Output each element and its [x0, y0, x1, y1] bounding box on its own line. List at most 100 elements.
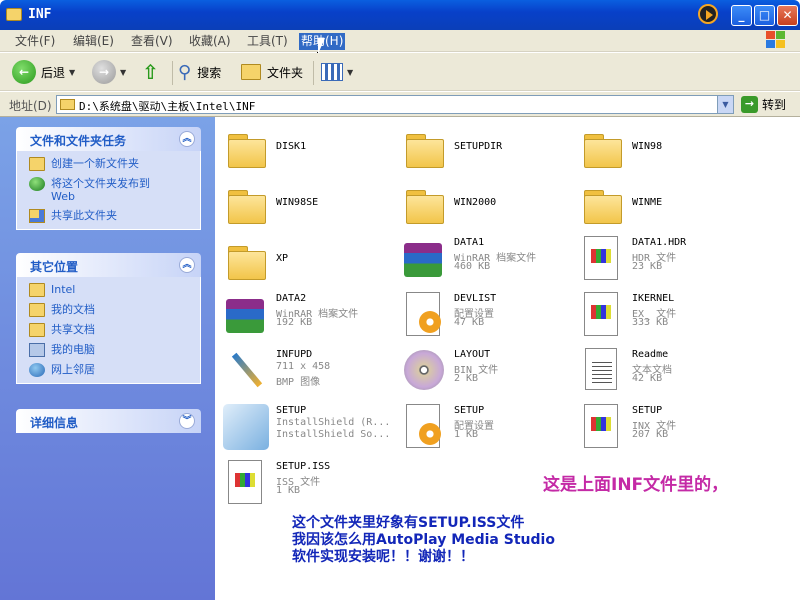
file-item[interactable]: DATA1.HDR HDR 文件 23 KB	[576, 233, 746, 287]
collapse-icon[interactable]: ︽	[179, 257, 195, 273]
folder-icon	[226, 124, 266, 170]
file-item[interactable]: SETUP 配置设置 1 KB	[398, 401, 568, 455]
menu-bar: 文件(F) 编辑(E) 查看(V) 收藏(A) 工具(T) 帮助(H)	[0, 30, 800, 52]
chevron-down-icon: ▼	[347, 67, 354, 77]
folder-icon	[582, 124, 622, 170]
annotation-blue: 这个文件夹里好象有SETUP.ISS文件 我因该怎么用AutoPlay Medi…	[292, 515, 555, 566]
search-button[interactable]: ⚲ 搜索	[178, 59, 221, 85]
views-button[interactable]: ▼	[321, 59, 353, 85]
network-places-icon	[29, 363, 45, 377]
file-item[interactable]: DATA2 WinRAR 档案文件 192 KB	[220, 289, 390, 343]
file-name: IKERNEL	[632, 293, 675, 304]
back-button[interactable]: ← 后退 ▼	[12, 59, 75, 85]
toolbar-divider	[172, 61, 173, 85]
file-name: SETUPDIR	[454, 141, 503, 152]
file-item[interactable]: SETUP.ISS ISS 文件 1 KB	[220, 457, 390, 511]
title-bar[interactable]: INF _ □ ✕	[0, 0, 800, 30]
chevron-down-icon[interactable]: ▼	[717, 96, 733, 113]
menu-tools[interactable]: 工具(T)	[245, 33, 290, 50]
place-shared-documents[interactable]: 共享文档	[29, 323, 192, 337]
task-new-folder[interactable]: 创建一个新文件夹	[29, 157, 192, 171]
file-item[interactable]: WINME	[576, 177, 746, 231]
file-item[interactable]: WIN98	[576, 121, 746, 175]
menu-view[interactable]: 查看(V)	[129, 33, 175, 50]
back-arrow-icon: ←	[12, 60, 36, 84]
address-input[interactable]: D:\系统盘\驱动\主板\Intel\INF ▼	[56, 95, 734, 114]
search-icon: ⚲	[178, 61, 192, 83]
windows-logo-icon	[766, 31, 788, 51]
file-item[interactable]: WIN2000	[398, 177, 568, 231]
maximize-button[interactable]: □	[754, 5, 775, 26]
file-size: 23 KB	[632, 261, 663, 272]
place-label: Intel	[51, 283, 76, 296]
file-item[interactable]: SETUP INX 文件 207 KB	[576, 401, 746, 455]
chevron-down-icon: ▼	[120, 67, 127, 77]
minimize-button[interactable]: _	[731, 5, 752, 26]
place-my-computer[interactable]: 我的电脑	[29, 343, 192, 357]
file-name: DATA1	[454, 237, 485, 248]
my-documents-icon	[29, 303, 45, 317]
file-item[interactable]: SETUP InstallShield (R... InstallShield …	[220, 401, 390, 455]
winrar-archive-icon	[404, 243, 442, 277]
expand-icon[interactable]: ︾	[179, 413, 195, 429]
go-button[interactable]: → 转到	[741, 96, 786, 113]
generic-file-icon	[584, 236, 618, 280]
file-folder-tasks-panel: 文件和文件夹任务 ︽ 创建一个新文件夹 将这个文件夹发布到 Web 共享此文件夹	[16, 127, 201, 230]
close-button[interactable]: ✕	[777, 5, 798, 26]
up-arrow-icon: ⇧	[142, 60, 159, 84]
folder-icon	[226, 236, 266, 282]
file-item[interactable]: XP	[220, 233, 390, 287]
panel-header[interactable]: 其它位置 ︽	[16, 253, 201, 277]
forward-button[interactable]: → ▼	[92, 59, 126, 85]
file-name: WIN98SE	[276, 197, 319, 208]
installshield-icon	[223, 404, 269, 450]
shared-documents-icon	[29, 323, 45, 337]
place-intel[interactable]: Intel	[29, 283, 192, 297]
file-name: DATA1.HDR	[632, 237, 687, 248]
file-item[interactable]: IKERNEL EX_ 文件 333 KB	[576, 289, 746, 343]
file-item[interactable]: DISK1	[220, 121, 390, 175]
file-name: XP	[276, 253, 289, 264]
file-item[interactable]: INFUPD 711 x 458 BMP 图像	[220, 345, 390, 399]
file-item[interactable]: LAYOUT BIN 文件 2 KB	[398, 345, 568, 399]
up-folder-button[interactable]: ⇧	[142, 59, 159, 85]
search-label: 搜索	[197, 65, 222, 80]
file-item[interactable]: DATA1 WinRAR 档案文件 460 KB	[398, 233, 568, 287]
file-item[interactable]: SETUPDIR	[398, 121, 568, 175]
file-name: WINME	[632, 197, 663, 208]
file-item[interactable]: DEVLIST 配置设置 47 KB	[398, 289, 568, 343]
place-my-documents[interactable]: 我的文档	[29, 303, 192, 317]
panel-body: Intel 我的文档 共享文档 我的电脑 网上邻居	[16, 277, 201, 384]
folder-icon	[29, 283, 45, 297]
task-publish-web[interactable]: 将这个文件夹发布到 Web	[29, 177, 192, 203]
media-player-icon[interactable]	[698, 4, 718, 24]
folder-icon	[404, 180, 444, 226]
forward-arrow-icon: →	[92, 60, 116, 84]
menu-edit[interactable]: 编辑(E)	[71, 33, 116, 50]
disc-bin-icon	[404, 350, 444, 390]
file-name: DISK1	[276, 141, 307, 152]
file-name: WIN2000	[454, 197, 497, 208]
address-bar: 地址(D) D:\系统盘\驱动\主板\Intel\INF ▼ → 转到	[0, 92, 800, 117]
panel-body: 创建一个新文件夹 将这个文件夹发布到 Web 共享此文件夹	[16, 151, 201, 230]
folders-button[interactable]: 文件夹	[241, 59, 303, 85]
mouse-cursor-icon	[317, 37, 326, 55]
file-description: InstallShield So...	[276, 429, 391, 440]
place-network[interactable]: 网上邻居	[29, 363, 192, 377]
place-label: 网上邻居	[51, 363, 95, 376]
task-share-folder[interactable]: 共享此文件夹	[29, 209, 192, 223]
file-name: DATA2	[276, 293, 307, 304]
panel-header[interactable]: 文件和文件夹任务 ︽	[16, 127, 201, 151]
annotation-line: 软件实现安装呢！！谢谢！！	[292, 549, 474, 565]
file-size: 192 KB	[276, 317, 313, 328]
collapse-icon[interactable]: ︽	[179, 131, 195, 147]
file-size: 1 KB	[454, 429, 479, 440]
menu-favorites[interactable]: 收藏(A)	[187, 33, 233, 50]
annotation-line: 这个文件夹里好象有SETUP.ISS文件	[292, 515, 525, 531]
panel-header[interactable]: 详细信息 ︾	[16, 409, 201, 433]
file-item[interactable]: Readme 文本文档 42 KB	[576, 345, 746, 399]
go-label: 转到	[762, 98, 787, 112]
menu-file[interactable]: 文件(F)	[13, 33, 57, 50]
file-item[interactable]: WIN98SE	[220, 177, 390, 231]
new-folder-icon	[29, 157, 45, 171]
